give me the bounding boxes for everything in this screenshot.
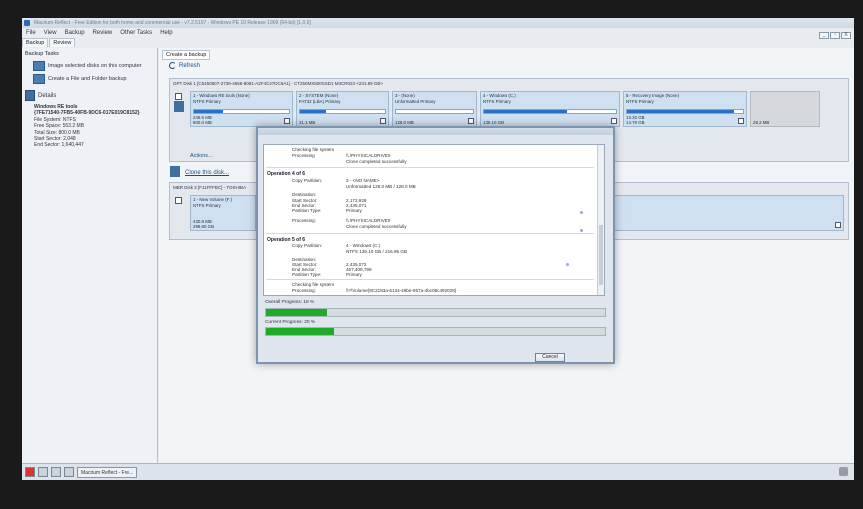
clone-progress-dialog: Checking file system Processing \\.\PHYSI… xyxy=(256,126,615,364)
partition-total: 14.78 GB xyxy=(626,120,645,125)
partition-usage-bar xyxy=(483,109,617,114)
status-dot xyxy=(580,229,583,232)
partition-used: 31.1 MB xyxy=(299,120,316,125)
clone-disk-link[interactable]: Clone this disk... xyxy=(185,170,229,176)
partition-2[interactable]: 2 - SYSTEM (None) FAT32 (LBA) Primary 31… xyxy=(296,91,389,127)
minimize-button[interactable]: _ xyxy=(819,32,829,39)
menu-help[interactable]: Help xyxy=(160,29,172,38)
unallocated-space: 28.2 MB xyxy=(750,91,820,127)
menu-bar: File View Backup Review Other Tasks Help xyxy=(22,29,173,38)
main-tabs: Backup Review xyxy=(22,38,76,47)
overall-progress-label: Overall Progress: 18 % xyxy=(265,300,315,305)
window-title: Macrium Reflect - Free Edition for both … xyxy=(34,20,311,26)
menu-review[interactable]: Review xyxy=(93,29,113,38)
overall-progress-bar xyxy=(265,308,606,317)
partition-5[interactable]: 5 - Recovery Image (None) NTFS Primary 1… xyxy=(623,91,747,127)
menu-view[interactable]: View xyxy=(44,29,57,38)
sidebar-task-label: Create a File and Folder backup xyxy=(48,76,127,82)
partition-checkbox[interactable] xyxy=(835,222,841,228)
disk-1-header: GPT Disk 1 [C5450807-2736-4656-8081-A2F4… xyxy=(173,81,384,86)
unallocated-size: 28.2 MB xyxy=(753,120,770,125)
clone-disk-icon xyxy=(170,166,180,177)
status-dot xyxy=(566,263,569,266)
actions-dropdown[interactable]: Actions... xyxy=(190,153,213,159)
partition-checkbox[interactable] xyxy=(738,118,744,124)
operation-log: Checking file system Processing \\.\PHYSI… xyxy=(263,144,605,296)
partition-fs: Unformatted Primary xyxy=(395,98,436,104)
power-icon[interactable] xyxy=(25,467,35,477)
explorer-icon[interactable] xyxy=(64,467,74,477)
partition-fs: FAT32 (LBA) Primary xyxy=(299,98,341,104)
partition-fs: NTFS Primary xyxy=(626,98,654,104)
partition-checkbox[interactable] xyxy=(611,118,617,124)
tab-backup[interactable]: Backup xyxy=(22,38,49,47)
partition-usage-bar xyxy=(299,109,386,114)
title-bar: Macrium Reflect - Free Edition for both … xyxy=(22,18,854,28)
details-label: Details xyxy=(38,92,57,99)
sidebar-task-image-disks[interactable]: Image selected disks on this computer xyxy=(33,61,154,71)
sidebar: Backup Tasks Image selected disks on thi… xyxy=(22,48,158,466)
hard-disk-icon xyxy=(174,101,184,112)
partition-total: 299.80 GB xyxy=(193,224,214,229)
details-icon xyxy=(25,90,35,101)
operation-4-heading: Operation 4 of 6 xyxy=(267,171,306,177)
sidebar-task-label: Image selected disks on this computer xyxy=(48,63,142,69)
sidebar-heading: Backup Tasks xyxy=(25,51,59,57)
taskbar: Macrium Reflect - Fre... xyxy=(22,463,854,480)
partition-1[interactable]: 1 - Windows RE tools (None) NTFS Primary… xyxy=(190,91,293,127)
log-separator xyxy=(266,279,594,280)
partition-checkbox[interactable] xyxy=(284,118,290,124)
partition-total: 800.0 MB xyxy=(193,120,212,125)
refresh-icon xyxy=(169,62,176,69)
partition-fs: NTFS Primary xyxy=(193,98,221,104)
log-separator xyxy=(266,167,594,168)
partition-checkbox[interactable] xyxy=(380,118,386,124)
refresh-link[interactable]: Refresh xyxy=(169,62,200,69)
details-header[interactable]: Details xyxy=(25,90,154,101)
disk-2-checkbox[interactable] xyxy=(175,197,182,204)
partition-3[interactable]: 3 - (None) Unformatted Primary 128.0 MB xyxy=(392,91,477,127)
partition-used: 135.10 GB xyxy=(483,120,504,125)
menu-backup[interactable]: Backup xyxy=(65,29,85,38)
scrollbar-thumb[interactable] xyxy=(599,225,603,285)
details-guid: {7FE71540-7FB5-40FB-9DC6-017E019C8152} xyxy=(34,110,140,117)
maximize-button[interactable]: ▫ xyxy=(830,32,840,39)
partition-fs: NTFS Primary xyxy=(193,202,221,208)
command-prompt-icon[interactable] xyxy=(38,467,48,477)
menu-other-tasks[interactable]: Other Tasks xyxy=(120,29,152,38)
partition-fs: NTFS Primary xyxy=(483,98,511,104)
status-dot xyxy=(580,211,583,214)
partition-usage-bar xyxy=(395,109,474,114)
folder-backup-icon xyxy=(33,74,45,84)
window-controls: _ ▫ X xyxy=(819,32,851,39)
disk-1-checkbox[interactable] xyxy=(175,93,182,100)
menu-file[interactable]: File xyxy=(26,29,36,38)
taskbar-macrium-button[interactable]: Macrium Reflect - Fre... xyxy=(77,466,138,478)
tab-review[interactable]: Review xyxy=(49,38,76,47)
tab-create-backup[interactable]: Create a backup xyxy=(162,50,211,60)
disk-image-icon xyxy=(33,61,45,71)
current-progress-bar xyxy=(265,327,606,336)
details-section: Details Windows RE tools {7FE71540-7FB5-… xyxy=(25,90,154,149)
current-progress-label: Current Progress: 20 % xyxy=(265,320,316,325)
disk-2-partition-1[interactable]: 1 - New Volume (F:) NTFS Primary 430.8 M… xyxy=(190,195,256,231)
network-icon[interactable] xyxy=(51,467,61,477)
partition-usage-bar xyxy=(626,109,744,114)
partition-used: 128.0 MB xyxy=(395,120,414,125)
tray-icon[interactable] xyxy=(839,467,848,476)
close-button[interactable]: X xyxy=(841,32,851,39)
cancel-button[interactable]: Cancel xyxy=(535,353,565,362)
partition-4[interactable]: 4 - Windows (C:) NTFS Primary 135.10 GB xyxy=(480,91,620,127)
sidebar-task-file-backup[interactable]: Create a File and Folder backup xyxy=(33,74,154,84)
partition-checkbox[interactable] xyxy=(468,118,474,124)
partition-usage-bar xyxy=(193,109,290,114)
log-scrollbar[interactable] xyxy=(597,145,604,295)
app-icon xyxy=(24,20,30,26)
disk-1-partitions: 1 - Windows RE tools (None) NTFS Primary… xyxy=(190,91,844,127)
dialog-title-bar xyxy=(258,128,613,135)
refresh-label: Refresh xyxy=(179,62,201,69)
details-end: End Sector: 1,640,447 xyxy=(34,142,84,149)
log-separator xyxy=(266,233,594,234)
